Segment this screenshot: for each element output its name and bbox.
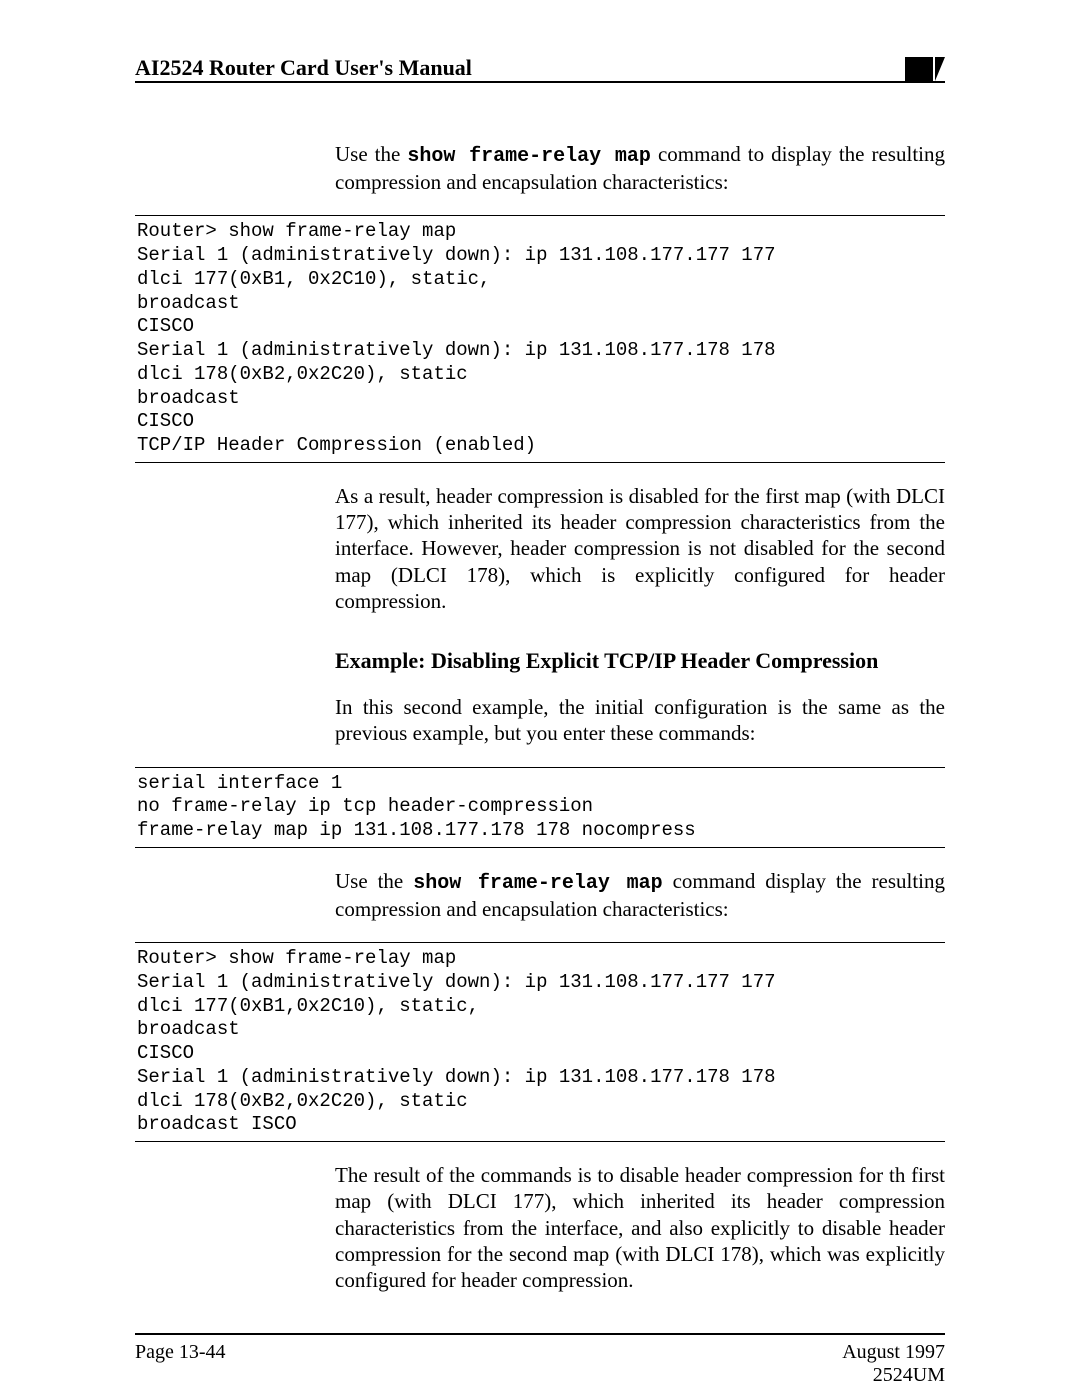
- footer-page-number: Page 13-44: [135, 1341, 226, 1387]
- p5-text: The result of the commands is to disable…: [335, 1162, 945, 1293]
- example-heading-block: Example: Disabling Explicit TCP/IP Heade…: [335, 648, 945, 674]
- footer-date: August 1997: [842, 1341, 945, 1363]
- paragraph-1: Use the show frame-relay map command to …: [335, 141, 945, 195]
- terminal-output-2: serial interface 1 no frame-relay ip tcp…: [135, 768, 945, 847]
- paragraph-4: Use the show frame-relay map command dis…: [335, 868, 945, 922]
- paragraph-2: As a result, header compression is disab…: [335, 483, 945, 614]
- p3-text: In this second example, the initial conf…: [335, 694, 945, 747]
- page-header: AI2524 Router Card User's Manual: [135, 55, 945, 81]
- footer-doc-id: 2524UM: [873, 1364, 945, 1386]
- terminal-output-3: Router> show frame-relay map Serial 1 (a…: [135, 943, 945, 1141]
- p4-pre: Use the: [335, 869, 413, 893]
- page-footer: Page 13-44 August 1997 2524UM: [135, 1341, 945, 1387]
- paragraph-5: The result of the commands is to disable…: [335, 1162, 945, 1293]
- p1-pre: Use the: [335, 142, 407, 166]
- p2-text: As a result, header compression is disab…: [335, 483, 945, 614]
- brand-logo-icon: [905, 57, 945, 81]
- paragraph-3: In this second example, the initial conf…: [335, 694, 945, 747]
- terminal-output-1: Router> show frame-relay map Serial 1 (a…: [135, 216, 945, 462]
- page-content: AI2524 Router Card User's Manual Use the…: [135, 55, 945, 1387]
- header-title: AI2524 Router Card User's Manual: [135, 55, 472, 81]
- p4-cmd: show frame-relay map: [413, 872, 662, 895]
- p1-cmd: show frame-relay map: [407, 145, 651, 168]
- example-heading: Example: Disabling Explicit TCP/IP Heade…: [335, 648, 945, 674]
